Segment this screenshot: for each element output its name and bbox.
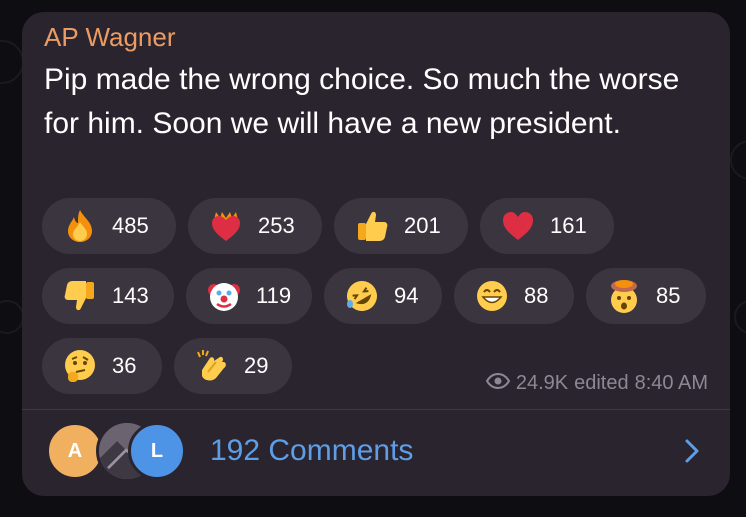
reaction-grinning[interactable]: 88 xyxy=(454,268,574,324)
background-doodle xyxy=(0,40,24,84)
message-text: Pip made the wrong choice. So much the w… xyxy=(44,63,680,140)
avatar: L xyxy=(128,422,186,480)
chevron-right-icon xyxy=(684,438,700,469)
author-name[interactable]: AP Wagner xyxy=(44,22,176,53)
background-doodle xyxy=(734,300,746,334)
thumbs-down-icon xyxy=(60,276,100,316)
rolling-laughing-icon xyxy=(342,276,382,316)
reaction-heart-on-fire[interactable]: 253 xyxy=(188,198,322,254)
edited-label: edited xyxy=(574,372,629,394)
clown-face-icon xyxy=(204,276,244,316)
reaction-count: 253 xyxy=(258,213,295,238)
comments-label: 192 Comments xyxy=(210,434,414,467)
reaction-count: 88 xyxy=(524,283,549,308)
thumbs-up-icon xyxy=(352,206,392,246)
red-heart-icon xyxy=(498,206,538,246)
background-doodle xyxy=(730,140,746,180)
heart-on-fire-icon xyxy=(206,206,246,246)
grinning-face-icon xyxy=(472,276,512,316)
reaction-count: 85 xyxy=(656,283,681,308)
reaction-clapping[interactable]: 29 xyxy=(174,338,292,394)
reaction-count: 36 xyxy=(112,353,137,378)
reaction-count: 485 xyxy=(112,213,149,238)
reaction-count: 119 xyxy=(256,283,292,308)
background-doodle xyxy=(0,300,24,334)
reaction-thumbs-down[interactable]: 143 xyxy=(42,268,174,324)
eye-icon xyxy=(485,372,511,395)
reaction-count: 29 xyxy=(244,353,269,378)
reaction-red-heart[interactable]: 161 xyxy=(480,198,614,254)
reaction-count: 201 xyxy=(404,213,441,238)
reaction-count: 161 xyxy=(550,213,587,238)
reaction-thinking[interactable]: 36 xyxy=(42,338,162,394)
avatar-initial: A xyxy=(67,439,83,462)
reaction-count: 94 xyxy=(394,283,419,308)
message-meta: 24.9K edited 8:40 AM xyxy=(485,372,708,395)
reaction-exploding-head[interactable]: 85 xyxy=(586,268,706,324)
thinking-face-icon xyxy=(60,346,100,386)
exploding-head-icon xyxy=(604,276,644,316)
avatar-initial: L xyxy=(150,439,164,462)
reaction-rolling-laughing[interactable]: 94 xyxy=(324,268,442,324)
fire-emoji-icon xyxy=(60,206,100,246)
view-count: 24.9K xyxy=(515,372,569,394)
reaction-clown[interactable]: 119 xyxy=(186,268,312,324)
reaction-fire[interactable]: 485 xyxy=(42,198,176,254)
reaction-thumbs-up[interactable]: 201 xyxy=(334,198,468,254)
message-bubble: AP Wagner Pip made the wrong choice. So … xyxy=(22,12,730,496)
clapping-hands-icon xyxy=(192,346,232,386)
message-time: 8:40 AM xyxy=(634,372,708,394)
comments-button[interactable]: A L 192 Comments xyxy=(22,410,730,496)
reaction-count: 143 xyxy=(112,283,149,308)
